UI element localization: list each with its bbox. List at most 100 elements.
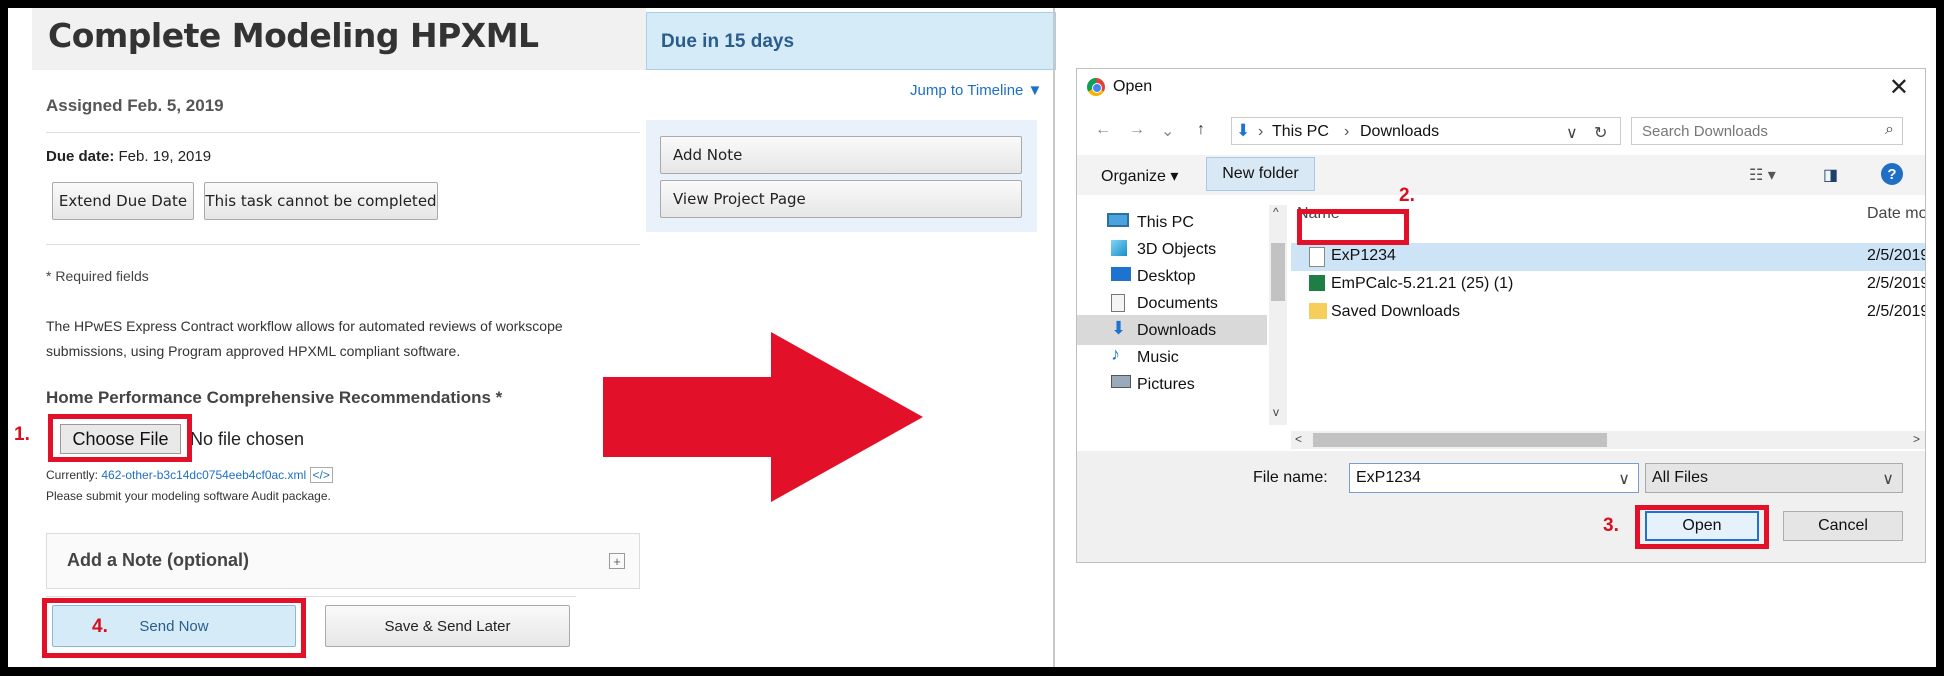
file-date: 2/5/2019: [1867, 247, 1926, 264]
highlight-send-now: [42, 598, 306, 658]
forward-arrow-icon[interactable]: →: [1129, 121, 1145, 139]
tree-item-label: Music: [1137, 349, 1179, 366]
highlight-choose-file: [48, 414, 192, 462]
tree-item-this-pc[interactable]: This PC: [1077, 207, 1267, 237]
chevron-down-icon[interactable]: ∨: [1882, 469, 1894, 489]
tree-item-music[interactable]: ♪ Music: [1077, 342, 1267, 372]
column-header-date[interactable]: Date mo: [1867, 205, 1925, 223]
recent-locations-chevron-icon[interactable]: ⌄: [1161, 121, 1174, 141]
title-bar: Complete Modeling HPXML: [32, 8, 646, 70]
save-and-send-later-button[interactable]: Save & Send Later: [325, 605, 570, 647]
file-row-saved-downloads[interactable]: Saved Downloads 2/5/2019: [1291, 299, 1926, 327]
help-icon[interactable]: ?: [1881, 163, 1903, 185]
tree-item-downloads[interactable]: ⬇ Downloads: [1077, 315, 1267, 345]
search-placeholder: Search Downloads: [1642, 123, 1768, 140]
close-icon[interactable]: ✕: [1889, 73, 1909, 102]
preview-pane-icon[interactable]: ◨: [1823, 165, 1838, 185]
file-name: Saved Downloads: [1331, 303, 1460, 320]
tree-item-pictures[interactable]: Pictures: [1077, 369, 1267, 399]
file-list-scrollbar-thumb[interactable]: [1313, 433, 1607, 447]
file-date: 2/5/2019: [1867, 303, 1926, 320]
dialog-toolbar: Organize ▾ New folder ☷ ▾ ◨ ?: [1077, 155, 1925, 195]
documents-icon: [1111, 294, 1125, 312]
downloads-arrow-icon: ⬇: [1236, 121, 1251, 140]
file-name: ExP1234: [1331, 247, 1396, 264]
dialog-title-bar: Open ✕: [1077, 69, 1925, 105]
tree-item-3d-objects[interactable]: 3D Objects: [1077, 234, 1267, 264]
current-file-link[interactable]: 462-other-b3c14dc0754eeb4cf0ac.xml: [101, 468, 306, 482]
address-bar[interactable]: ⬇ › This PC › Downloads ∨ ↻: [1231, 117, 1621, 145]
refresh-icon[interactable]: ↻: [1594, 123, 1607, 143]
jump-to-timeline-link[interactable]: Jump to Timeline ▼: [910, 82, 1042, 99]
breadcrumb-downloads[interactable]: Downloads: [1360, 123, 1439, 141]
file-row-exp1234[interactable]: ExP1234 2/5/2019: [1291, 243, 1926, 271]
big-red-arrow-icon: [603, 332, 923, 502]
tree-item-label: Desktop: [1137, 268, 1196, 285]
excel-icon: [1309, 275, 1325, 291]
tree-item-documents[interactable]: Documents: [1077, 288, 1267, 318]
recommendations-section-title: Home Performance Comprehensive Recommend…: [46, 388, 503, 407]
divider: [46, 596, 576, 597]
tree-scrollbar[interactable]: ^ v: [1269, 205, 1287, 425]
chevron-down-icon[interactable]: ∨: [1618, 469, 1630, 489]
current-file: Currently: 462-other-b3c14dc0754eeb4cf0a…: [46, 467, 333, 483]
scroll-right-icon[interactable]: >: [1913, 432, 1920, 446]
chrome-icon: [1087, 78, 1105, 96]
expand-plus-icon[interactable]: +: [609, 553, 625, 569]
back-arrow-icon[interactable]: ←: [1095, 121, 1111, 139]
step-4-label: 4.: [92, 616, 108, 637]
highlight-file-exp1234: [1297, 209, 1409, 245]
view-options-icon[interactable]: ☷ ▾: [1749, 165, 1776, 185]
add-note-section-label: Add a Note (optional): [67, 550, 249, 570]
scroll-left-icon[interactable]: <: [1295, 432, 1302, 446]
code-icon[interactable]: </>: [309, 467, 333, 483]
search-icon[interactable]: ⌕: [1885, 121, 1894, 139]
file-name: EmPCalc-5.21.21 (25) (1): [1331, 275, 1514, 292]
add-note-button[interactable]: Add Note: [660, 136, 1022, 174]
add-note-section[interactable]: Add a Note (optional) +: [46, 533, 640, 589]
tree-item-label: This PC: [1137, 214, 1194, 231]
breadcrumb-separator: ›: [1344, 123, 1350, 140]
no-file-chosen-text: No file chosen: [190, 429, 305, 449]
file-list-scrollbar[interactable]: < >: [1291, 431, 1925, 449]
view-project-page-button[interactable]: View Project Page: [660, 180, 1022, 218]
breadcrumb-separator: ›: [1258, 123, 1264, 140]
search-downloads-input[interactable]: Search Downloads ⌕: [1631, 117, 1903, 145]
file-type-value: All Files: [1652, 469, 1709, 486]
computer-icon: [1107, 213, 1129, 227]
file-row-empcalc[interactable]: EmPCalc-5.21.21 (25) (1) 2/5/2019: [1291, 271, 1925, 299]
navigation-row: ← → ⌄ ↑ ⬇ › This PC › Downloads ∨ ↻ Sear…: [1077, 115, 1925, 147]
folder-icon: [1309, 303, 1327, 319]
scroll-up-icon[interactable]: ^: [1273, 205, 1279, 219]
tree-item-label: 3D Objects: [1137, 241, 1217, 258]
desktop-icon: [1111, 267, 1131, 281]
tree-scrollbar-thumb[interactable]: [1271, 243, 1285, 301]
organize-menu[interactable]: Organize ▾: [1101, 166, 1178, 186]
scroll-down-icon[interactable]: v: [1273, 405, 1279, 419]
divider: [46, 132, 640, 133]
pictures-icon: [1111, 375, 1131, 388]
step-3-label: 3.: [1603, 515, 1619, 536]
tree-item-desktop[interactable]: Desktop: [1077, 261, 1267, 291]
open-file-dialog: Open ✕ ← → ⌄ ↑ ⬇ › This PC › Downloads ∨…: [1076, 68, 1926, 563]
dialog-footer: File name: ExP1234 ∨ All Files ∨ Open Ca…: [1077, 451, 1925, 562]
page-title: Complete Modeling HPXML: [48, 16, 539, 55]
currently-label: Currently:: [46, 468, 99, 482]
music-note-icon: ♪: [1111, 344, 1120, 364]
divider: [46, 244, 640, 245]
extend-due-date-button[interactable]: Extend Due Date: [52, 182, 194, 220]
address-dropdown-chevron-icon[interactable]: ∨: [1566, 123, 1578, 143]
file-icon: [1309, 247, 1325, 267]
up-arrow-icon[interactable]: ↑: [1197, 121, 1205, 139]
new-folder-button[interactable]: New folder: [1206, 157, 1315, 191]
assigned-date: Assigned Feb. 5, 2019: [46, 96, 224, 115]
highlight-open-button: [1635, 505, 1769, 549]
cancel-button[interactable]: Cancel: [1783, 511, 1903, 541]
file-name-label: File name:: [1253, 469, 1328, 486]
file-type-select[interactable]: All Files ∨: [1645, 463, 1903, 493]
cannot-complete-button[interactable]: This task cannot be completed: [204, 182, 438, 220]
breadcrumb-this-pc[interactable]: This PC: [1272, 123, 1329, 141]
due-date-value: Feb. 19, 2019: [118, 148, 212, 165]
file-name-input[interactable]: ExP1234 ∨: [1349, 463, 1639, 493]
due-badge-label: Due in 15 days: [661, 31, 795, 52]
